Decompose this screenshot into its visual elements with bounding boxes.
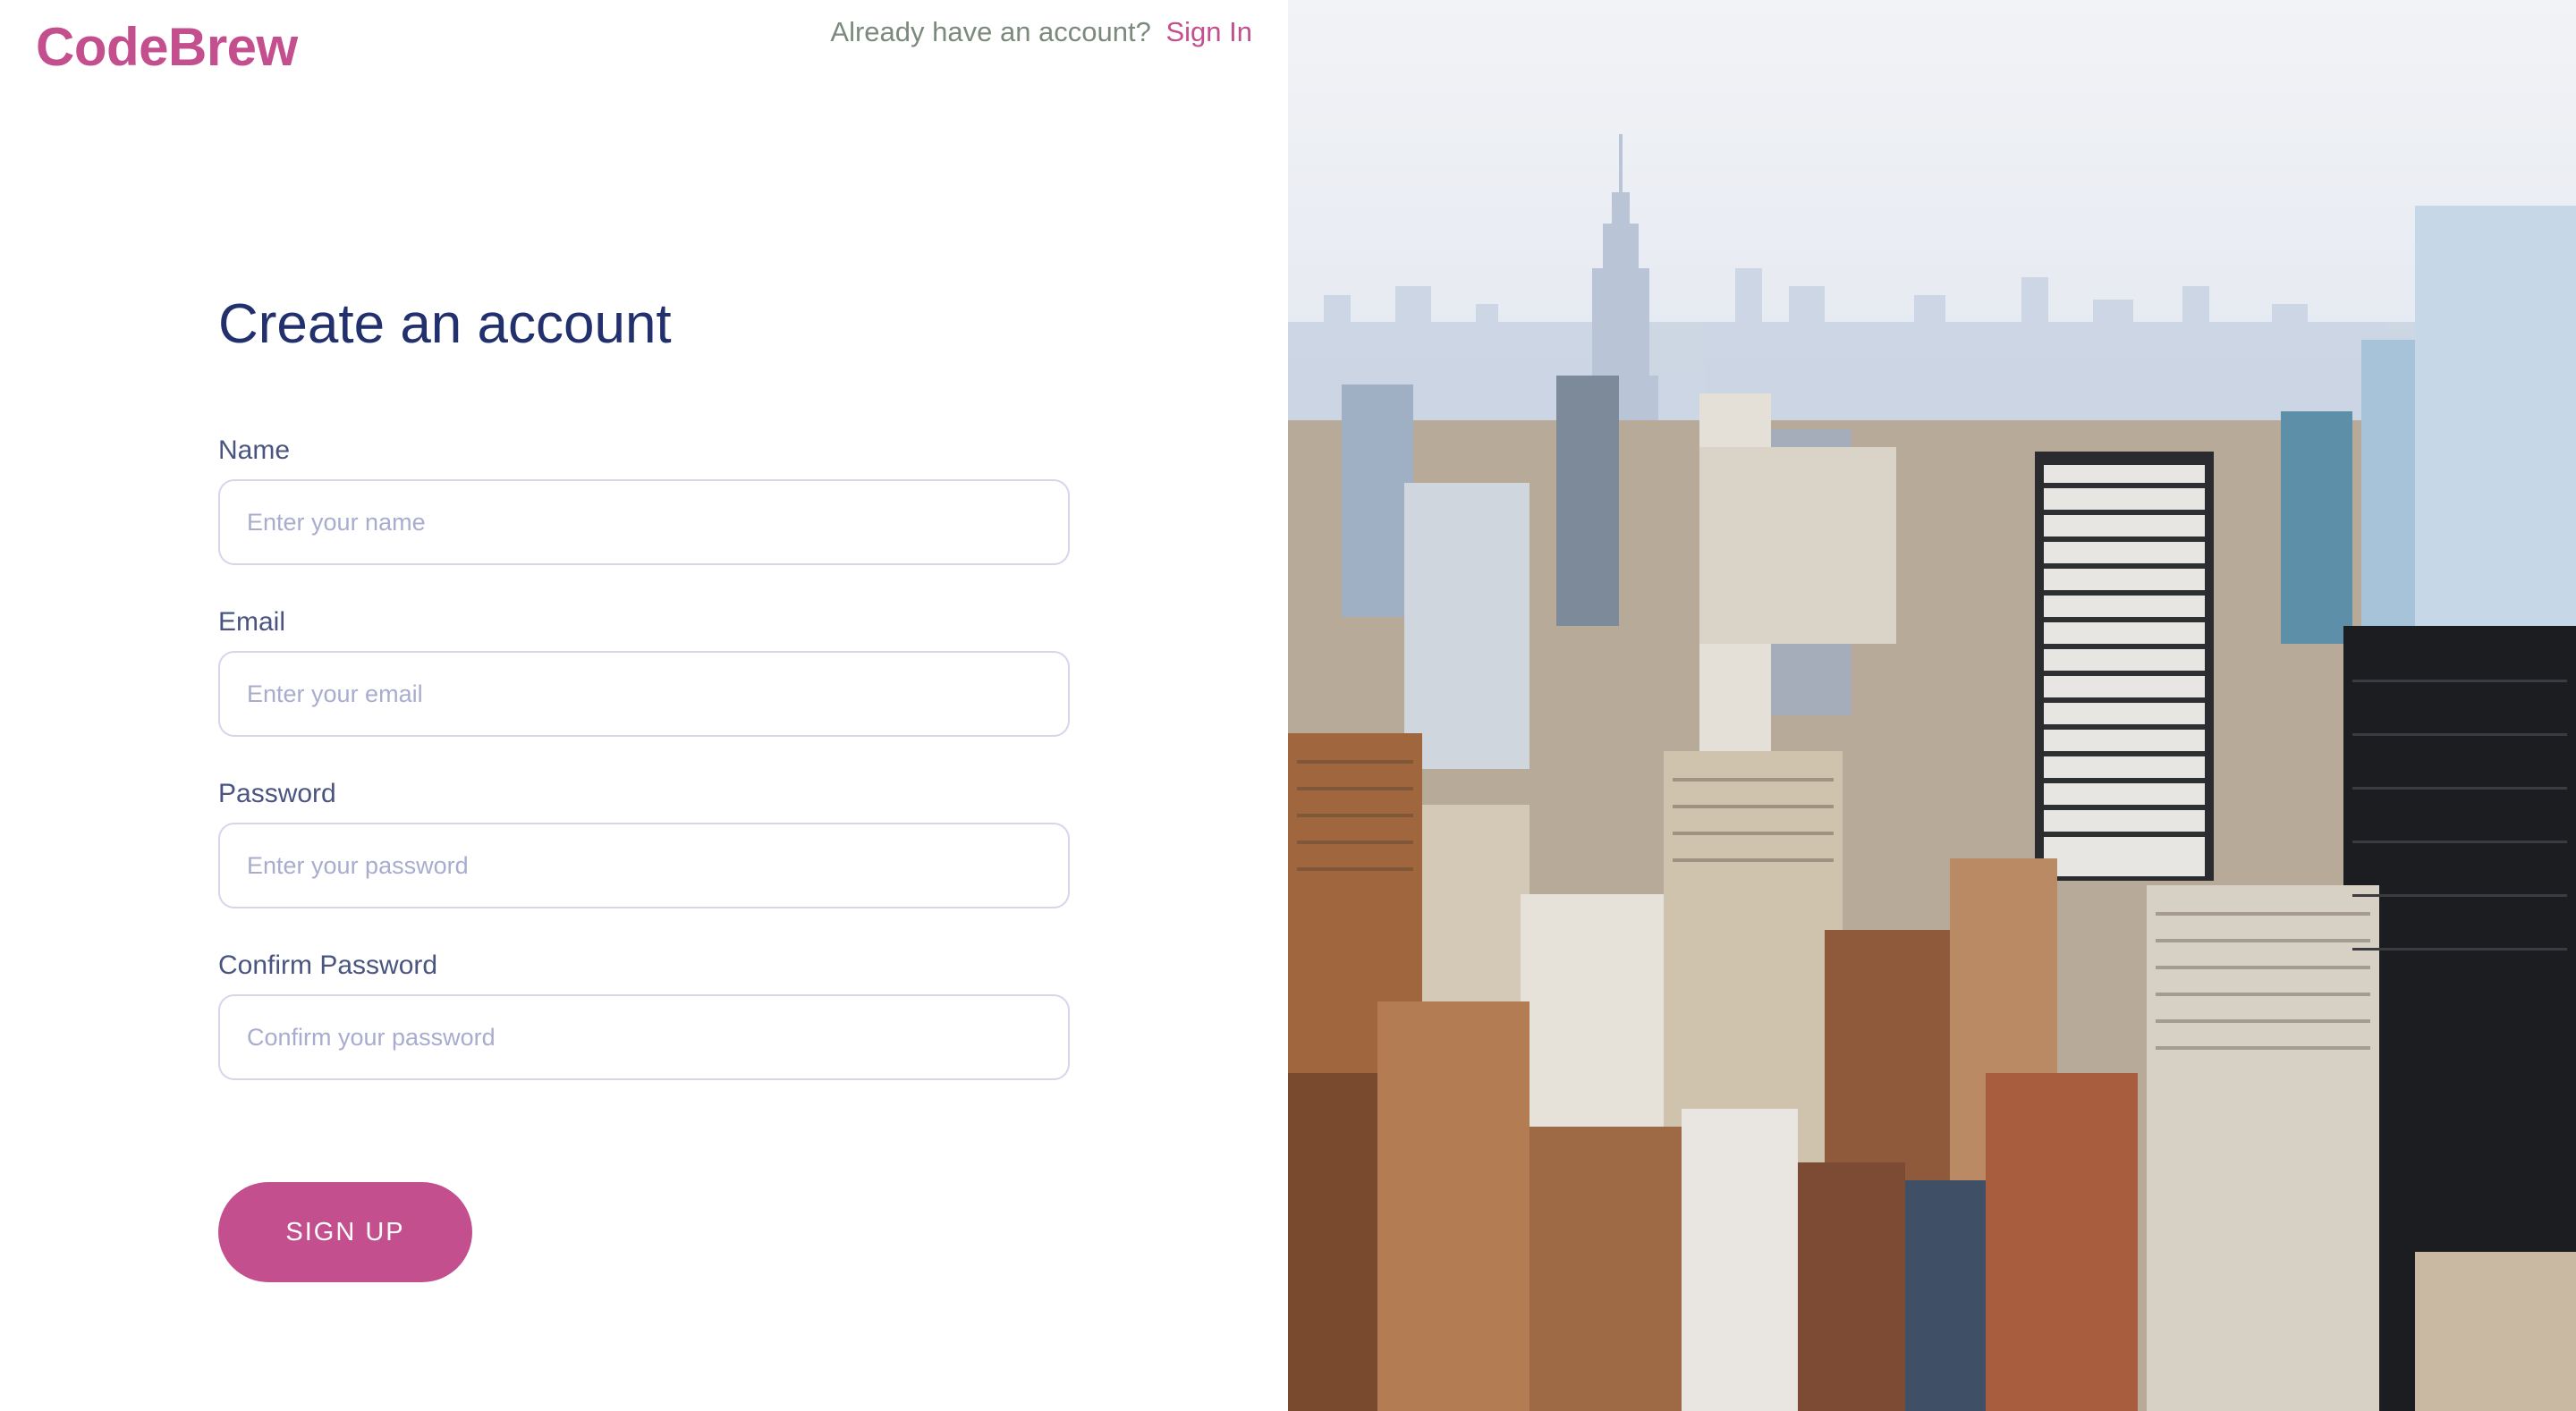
city-skyline-illustration	[1288, 134, 2576, 1411]
confirm-password-input[interactable]	[218, 994, 1070, 1080]
email-label: Email	[218, 607, 286, 637]
confirm-password-field-group: Confirm Password	[218, 950, 1070, 1080]
city-skyline-image	[1288, 0, 2576, 1411]
page-title: Create an account	[218, 293, 672, 355]
password-field-group: Password	[218, 778, 1070, 908]
signin-link[interactable]: Sign In	[1165, 16, 1252, 47]
email-input[interactable]	[218, 651, 1070, 737]
signin-prompt: Already have an account? Sign In	[830, 16, 1252, 48]
signup-button[interactable]: SIGN UP	[218, 1182, 472, 1282]
signin-prompt-text: Already have an account?	[830, 16, 1151, 47]
signup-panel: CodeBrew Already have an account? Sign I…	[0, 0, 1288, 1411]
name-field-group: Name	[218, 435, 1070, 565]
name-input[interactable]	[218, 479, 1070, 565]
brand-logo[interactable]: CodeBrew	[36, 16, 298, 78]
confirm-password-label: Confirm Password	[218, 951, 438, 980]
name-label: Name	[218, 435, 291, 465]
password-label: Password	[218, 779, 336, 808]
signup-page: CodeBrew Already have an account? Sign I…	[0, 0, 2576, 1411]
signup-form: Create an account Name Email Password Co…	[218, 286, 1070, 1282]
password-input[interactable]	[218, 823, 1070, 908]
email-field-group: Email	[218, 606, 1070, 737]
